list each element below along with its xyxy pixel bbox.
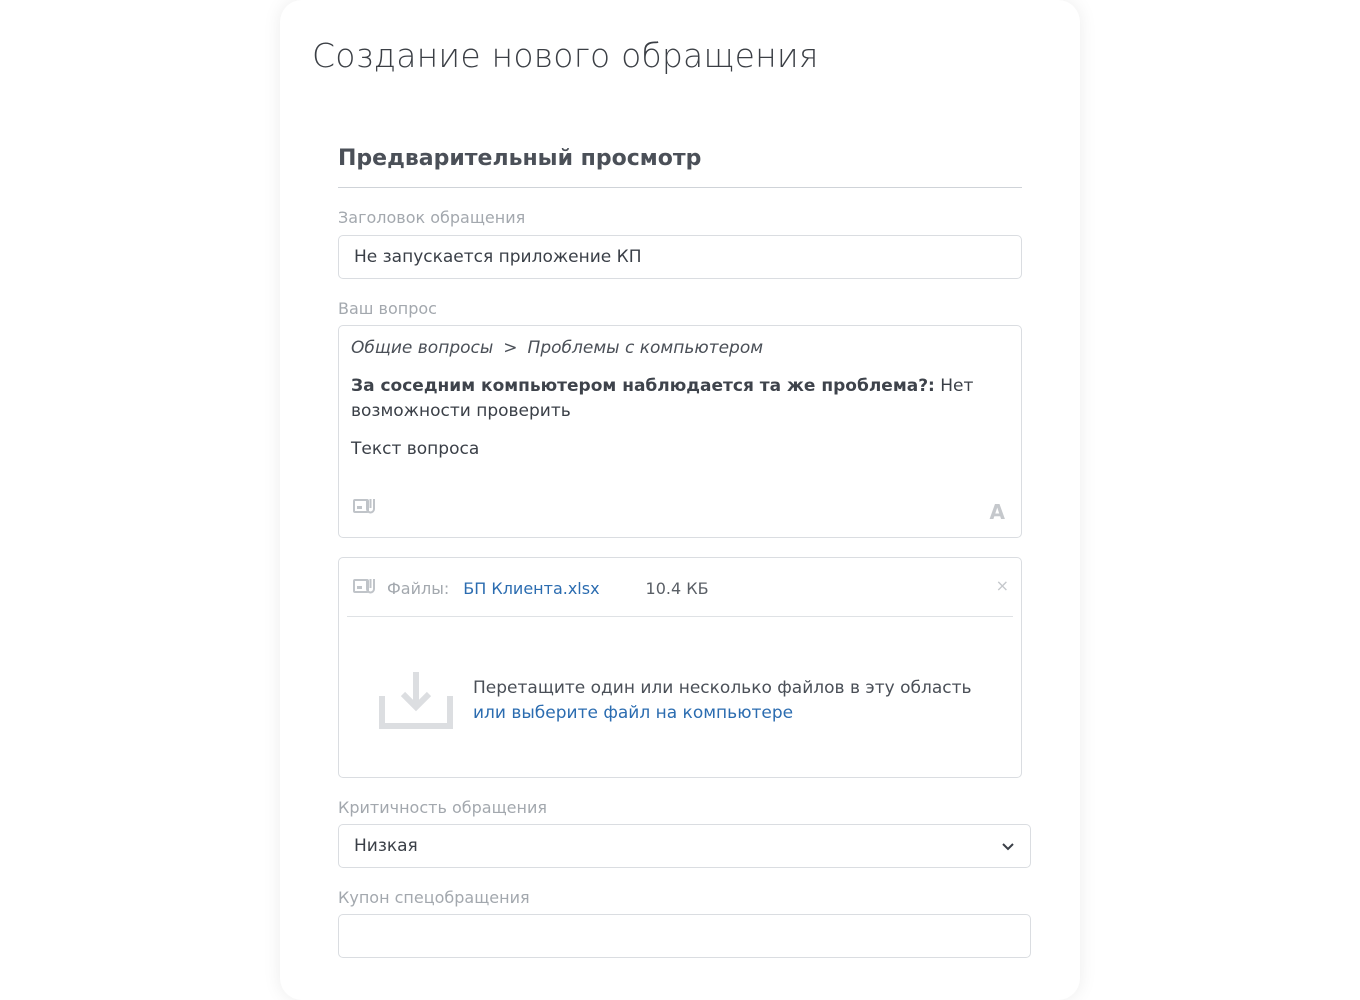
breadcrumb-separator: > [503,338,518,358]
chevron-down-icon [1001,836,1015,856]
download-tray-icon [379,670,453,734]
remove-file-button[interactable]: × [996,576,1009,595]
question-editor[interactable]: Общие вопросы > Проблемы с компьютером За … [338,325,1022,538]
subject-label: Заголовок обращения [338,208,526,227]
coupon-input[interactable] [338,914,1031,958]
file-attachment-icon [353,577,377,599]
subject-value: Не запускается приложение КП [354,247,642,267]
dropzone-instruction: Перетащите один или несколько файлов в э… [473,678,972,698]
question-label: Ваш вопрос [338,299,437,318]
section-title: Предварительный просмотр [338,146,702,171]
section-divider [338,187,1022,188]
files-label: Файлы: [387,578,450,598]
file-size: 10.4 КБ [645,578,709,598]
files-divider [347,616,1013,617]
breadcrumb-item-subcategory: Проблемы с компьютером [527,338,764,358]
priority-select[interactable]: Низкая [338,824,1031,868]
file-link[interactable]: БП Клиента.xlsx [463,579,599,598]
page-title: Создание нового обращения [312,36,819,75]
qa-question: За соседним компьютером наблюдается та ж… [351,376,935,396]
breadcrumb-item-category: Общие вопросы [351,338,494,358]
question-breadcrumb: Общие вопросы > Проблемы с компьютером [351,336,1009,361]
dropzone-text: Перетащите один или несколько файлов в э… [473,676,972,726]
form-card: Создание нового обращения Предварительны… [280,0,1080,1000]
attachment-icon[interactable] [353,497,377,523]
subject-input[interactable]: Не запускается приложение КП [338,235,1022,279]
file-list-row: Файлы: БП Клиента.xlsx 10.4 КБ [353,577,709,599]
coupon-label: Купон спецобращения [338,888,530,907]
priority-selected-value: Низкая [354,836,418,856]
choose-file-link[interactable]: или выберите файл на компьютере [473,701,972,726]
file-dropzone[interactable]: Файлы: БП Клиента.xlsx 10.4 КБ × Перетащ… [338,557,1022,778]
question-answer-pair: За соседним компьютером наблюдается та ж… [351,374,1009,424]
question-text: Текст вопроса [351,439,480,459]
priority-label: Критичность обращения [338,798,547,817]
text-format-icon[interactable]: A [990,500,1005,525]
